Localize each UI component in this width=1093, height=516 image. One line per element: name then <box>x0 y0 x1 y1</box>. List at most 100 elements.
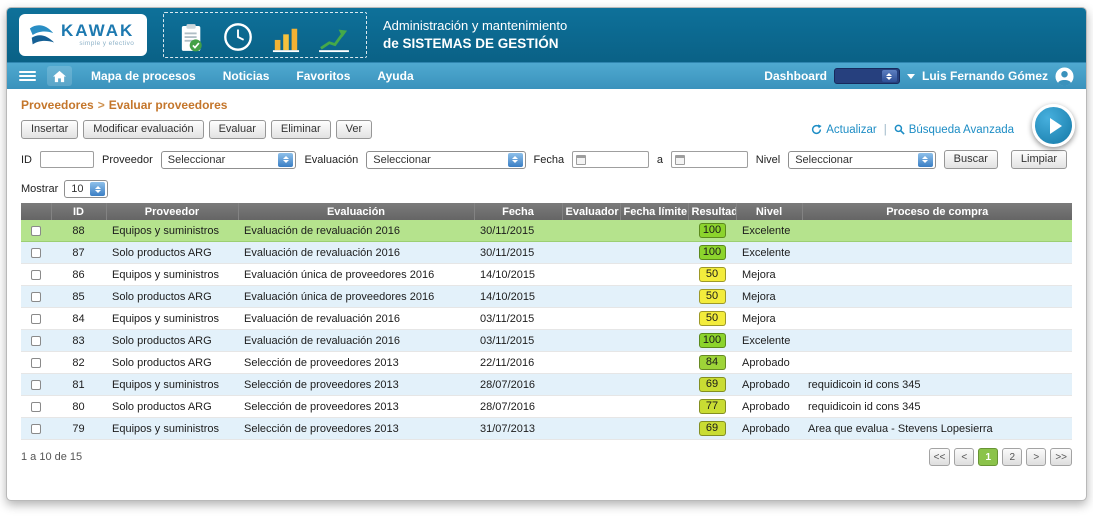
breadcrumb-parent[interactable]: Proveedores <box>21 98 94 112</box>
cell-checkbox <box>21 241 51 264</box>
nivel-select[interactable]: Seleccionar <box>788 150 936 169</box>
cell-fecha-limite <box>620 395 688 418</box>
home-button[interactable] <box>47 66 72 86</box>
header-feature-icons <box>163 12 367 58</box>
row-checkbox[interactable] <box>31 423 41 434</box>
app-window: KAWAK simple y efectivo Administración y… <box>6 7 1087 501</box>
nav-items: Mapa de procesos Noticias Favoritos Ayud… <box>91 69 414 83</box>
table-row[interactable]: 87 Solo productos ARG Evaluación de revalu… <box>21 241 1072 264</box>
cell-evaluador <box>562 417 620 440</box>
busqueda-avanzada-link[interactable]: Búsqueda Avanzada <box>894 124 1014 136</box>
row-checkbox[interactable] <box>31 225 41 236</box>
page-1-button[interactable]: 1 <box>978 448 999 466</box>
cell-fecha: 03/11/2015 <box>474 307 562 330</box>
fecha-desde-input[interactable] <box>572 151 649 168</box>
kawak-logo[interactable]: KAWAK simple y efectivo <box>19 14 147 56</box>
evaluacion-select[interactable]: Seleccionar <box>366 150 526 169</box>
page-2-button[interactable]: 2 <box>1002 448 1023 466</box>
breadcrumb-separator: > <box>97 98 105 112</box>
cell-fecha: 28/07/2016 <box>474 373 562 396</box>
nav-item-favoritos[interactable]: Favoritos <box>296 69 350 83</box>
table-row[interactable]: 79 Equipos y suministros Selección de prov… <box>21 417 1072 440</box>
id-filter-input[interactable] <box>40 151 94 168</box>
fecha-hasta-input[interactable] <box>671 151 748 168</box>
dashboard-select[interactable] <box>833 68 900 84</box>
cell-fecha: 31/07/2013 <box>474 417 562 440</box>
header-proceso-de-compra[interactable]: Proceso de compra <box>802 203 1072 220</box>
select-stepper-icon <box>90 182 106 196</box>
row-checkbox[interactable] <box>31 335 41 346</box>
row-checkbox[interactable] <box>31 379 41 390</box>
row-checkbox[interactable] <box>31 313 41 324</box>
buscar-button[interactable]: Buscar <box>943 150 998 169</box>
table-row[interactable]: 83 Solo productos ARG Evaluación de revalu… <box>21 329 1072 352</box>
trend-line-icon <box>319 29 349 53</box>
header-evaluacion[interactable]: Evaluación <box>238 203 475 220</box>
header-fecha-limite[interactable]: Fecha límite <box>620 203 689 220</box>
cell-resultado: 84 <box>688 351 736 374</box>
cell-fecha: 14/10/2015 <box>474 285 562 308</box>
proveedor-select[interactable]: Seleccionar <box>160 150 297 169</box>
ver-button[interactable]: Ver <box>335 120 373 139</box>
row-checkbox[interactable] <box>31 401 41 412</box>
cell-proveedor: Solo productos ARG <box>106 351 238 374</box>
page-prev-button[interactable]: < <box>954 448 975 466</box>
row-checkbox[interactable] <box>31 269 41 280</box>
cell-evaluacion: Selección de proveedores 2013 <box>238 417 474 440</box>
row-checkbox[interactable] <box>31 291 41 302</box>
row-checkbox[interactable] <box>31 357 41 368</box>
app-title: Administración y mantenimiento de SISTEM… <box>383 18 567 52</box>
cell-proceso-de-compra <box>802 307 1072 330</box>
table-row[interactable]: 85 Solo productos ARG Evaluación única de … <box>21 285 1072 308</box>
play-fab-button[interactable] <box>1032 104 1075 147</box>
table-row[interactable]: 82 Solo productos ARG Selección de proveed… <box>21 351 1072 374</box>
cell-proceso-de-compra <box>802 220 1072 242</box>
page-first-button[interactable]: << <box>928 448 951 466</box>
cell-fecha: 22/11/2016 <box>474 351 562 374</box>
cell-proveedor: Equipos y suministros <box>106 417 238 440</box>
user-avatar-icon[interactable] <box>1055 66 1074 86</box>
page-next-button[interactable]: > <box>1026 448 1047 466</box>
cell-nivel: Mejora <box>736 307 802 330</box>
table-row[interactable]: 84 Equipos y suministros Evaluación de rev… <box>21 307 1072 330</box>
header-nivel[interactable]: Nivel <box>736 203 803 220</box>
cell-nivel: Excelente <box>736 241 802 264</box>
header-evaluador[interactable]: Evaluador <box>562 203 621 220</box>
page-size-select[interactable]: 10 <box>64 180 109 198</box>
resultado-badge: 50 <box>698 311 726 326</box>
cell-proveedor: Solo productos ARG <box>106 241 238 264</box>
limpiar-button[interactable]: Limpiar <box>1010 150 1067 169</box>
row-checkbox[interactable] <box>31 247 41 258</box>
pagination: << < 1 2 > >> <box>928 448 1072 466</box>
cell-resultado: 100 <box>688 329 736 352</box>
table-row[interactable]: 80 Solo productos ARG Selección de proveed… <box>21 395 1072 418</box>
table-row[interactable]: 86 Equipos y suministros Evaluación única … <box>21 263 1072 286</box>
header-id[interactable]: ID <box>51 203 107 220</box>
evaluar-button[interactable]: Evaluar <box>208 120 266 139</box>
table-row[interactable]: 81 Equipos y suministros Selección de prov… <box>21 373 1072 396</box>
modificar-evaluacion-button[interactable]: Modificar evaluación <box>83 120 204 139</box>
nav-item-noticias[interactable]: Noticias <box>223 69 270 83</box>
actualizar-link[interactable]: Actualizar <box>811 124 877 136</box>
cell-checkbox <box>21 417 51 440</box>
chevron-down-icon[interactable] <box>906 73 915 79</box>
nav-item-ayuda[interactable]: Ayuda <box>377 69 413 83</box>
cell-evaluacion: Selección de proveedores 2013 <box>238 373 474 396</box>
user-name[interactable]: Luis Fernando Gómez <box>922 69 1048 83</box>
nivel-filter-label: Nivel <box>755 153 781 166</box>
header-fecha[interactable]: Fecha <box>474 203 563 220</box>
cell-fecha: 14/10/2015 <box>474 263 562 286</box>
hamburger-menu-icon[interactable] <box>19 71 36 81</box>
header-resultado[interactable]: Resultado <box>688 203 737 220</box>
cell-evaluador <box>562 395 620 418</box>
page-last-button[interactable]: >> <box>1050 448 1072 466</box>
nav-item-mapa-de-procesos[interactable]: Mapa de procesos <box>91 69 196 83</box>
table-footer: 1 a 10 de 15 << < 1 2 > >> <box>21 448 1072 466</box>
eliminar-button[interactable]: Eliminar <box>270 120 331 139</box>
header-proveedor[interactable]: Proveedor <box>106 203 239 220</box>
results-table: ID Proveedor Evaluación Fecha Evaluador … <box>21 203 1072 440</box>
insertar-button[interactable]: Insertar <box>21 120 79 139</box>
table-row[interactable]: 88 Equipos y suministros Evaluación de rev… <box>21 220 1072 242</box>
cell-checkbox <box>21 263 51 286</box>
app-title-line2: de SISTEMAS DE GESTIÓN <box>383 35 559 51</box>
